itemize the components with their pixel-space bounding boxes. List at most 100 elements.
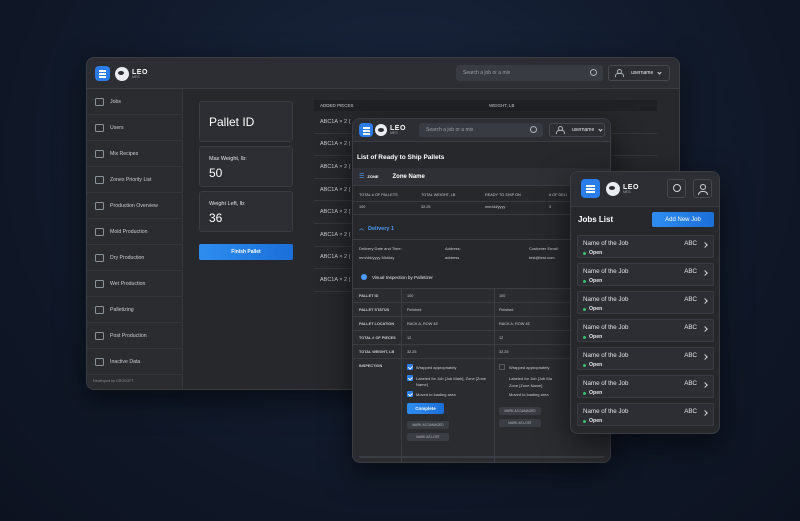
status-dot (583, 335, 586, 339)
chevron-right-icon (702, 326, 708, 332)
complete-button[interactable]: Complete (407, 403, 444, 414)
status-dot (583, 251, 586, 255)
sidebar-item-post-production[interactable]: Post Production (87, 323, 182, 349)
list-icon (95, 175, 104, 184)
finish-pallet-button[interactable]: Finish Pallet (199, 244, 293, 260)
pallet-id-card: Pallet ID (199, 101, 293, 142)
sidebar-item-mix-recipes[interactable]: Mix Recipes (87, 141, 182, 167)
chevron-down-icon (598, 126, 603, 132)
weight-left-value: 36 (209, 211, 223, 225)
search-input[interactable]: Search a job or a mix (456, 65, 603, 81)
mobile-window: LEO MES Jobs List Add New Job Name of the… (570, 171, 720, 434)
delivery-title: Delivery 1 (368, 226, 395, 232)
sidebar: Jobs Users Mix Recipes Zones Priority Li… (87, 89, 183, 389)
status-dot (583, 419, 586, 423)
checkbox-moved[interactable] (407, 391, 413, 397)
logo: LEO MES (606, 182, 639, 196)
droplet-icon (95, 279, 104, 288)
mold-icon (95, 227, 104, 236)
max-weight-card: Max Weight, lb: 50 (199, 146, 293, 187)
job-item[interactable]: Name of the Job ABC Open (577, 403, 714, 426)
summary-header: # OF DELI (549, 193, 567, 197)
email-label: Customer Email: (529, 246, 559, 251)
sidebar-item-users[interactable]: Users (87, 115, 182, 141)
address-label: Address: (445, 246, 461, 251)
play-icon (95, 357, 104, 366)
add-new-job-button[interactable]: Add New Job (652, 212, 714, 227)
menu-button[interactable] (581, 179, 600, 198)
user-icon (615, 69, 624, 77)
sidebar-item-mold-production[interactable]: Mold Production (87, 219, 182, 245)
logo: LEO MES (375, 124, 406, 136)
lion-logo-icon (375, 124, 387, 136)
menu-button[interactable] (359, 123, 373, 137)
chevron-down-icon (657, 69, 662, 75)
list-icon: ☰ (359, 174, 365, 180)
summary-header: TOTAL WEIGHT, LB (421, 193, 456, 197)
user-icon (700, 184, 706, 190)
users-icon (95, 123, 104, 132)
sidebar-item-inactive-data[interactable]: Inactive Data (87, 349, 182, 375)
address-value: address (445, 255, 460, 260)
pallet-id-label: Pallet ID (209, 115, 255, 129)
menu-button[interactable] (95, 66, 110, 81)
user-icon (556, 126, 565, 134)
mobile-header: LEO MES (571, 172, 719, 207)
job-item[interactable]: Name of the Job ABC Open (577, 263, 714, 286)
status-dot (583, 279, 586, 283)
mark-lost-button[interactable]: MARK AS LOST (407, 433, 449, 441)
logo-sub: MES (623, 189, 631, 194)
checkbox-labeled[interactable] (407, 375, 413, 381)
job-item[interactable]: Name of the Job ABC Open (577, 375, 714, 398)
table-header: ADDED PIECES WEIGHT, LB (314, 100, 657, 111)
weight-left-card: Weight Left, lb: 36 (199, 191, 293, 232)
status-dot (583, 391, 586, 395)
user-menu[interactable]: username (549, 123, 605, 137)
chevron-right-icon (702, 410, 708, 416)
sidebar-item-production-overview[interactable]: Production Overview (87, 193, 182, 219)
mark-damaged-button[interactable]: MARK AS DAMAGED (407, 421, 449, 429)
sidebar-item-wet-production[interactable]: Wet Production (87, 271, 182, 297)
email-value: test@test.com (529, 255, 555, 260)
user-button[interactable] (693, 179, 712, 198)
checkbox-wrapped-2[interactable] (499, 364, 505, 370)
sidebar-item-dry-production[interactable]: Dry Production (87, 245, 182, 271)
lion-logo-icon (606, 182, 620, 196)
horizontal-scrollbar[interactable] (359, 456, 604, 458)
job-item[interactable]: Name of the Job ABC Open (577, 235, 714, 258)
mark-lost-button-2[interactable]: MARK AS LOST (499, 419, 541, 427)
search-button[interactable] (667, 179, 686, 198)
job-item[interactable]: Name of the Job ABC Open (577, 291, 714, 314)
summary-value: mm/dd/yyyy (485, 205, 506, 209)
mark-damaged-button-2[interactable]: MARK AS DAMAGED (499, 407, 541, 415)
header-added-pieces: ADDED PIECES (320, 103, 354, 108)
header-weight: WEIGHT, LB (489, 103, 515, 108)
user-menu[interactable]: username (608, 65, 670, 81)
info-icon (361, 274, 367, 280)
job-item[interactable]: Name of the Job ABC Open (577, 347, 714, 370)
chevron-right-icon (702, 270, 708, 276)
checkbox-wrapped[interactable] (407, 364, 413, 370)
tablet-header: LEO MES Search a job or a mix username (353, 119, 610, 142)
chevron-right-icon (702, 298, 708, 304)
summary-header: READY TO SHIP ON (485, 193, 521, 197)
sidebar-item-palletizing[interactable]: Palletizing (87, 297, 182, 323)
lion-logo-icon (115, 67, 129, 81)
search-input[interactable]: Search a job or a mix (419, 123, 543, 137)
status-dot (583, 363, 586, 367)
delivery-toggle[interactable]: ︿ Delivery 1 (359, 225, 394, 232)
weight-left-label: Weight Left, lb: (209, 201, 246, 207)
job-item[interactable]: Name of the Job ABC Open (577, 319, 714, 342)
flask-icon (95, 149, 104, 158)
max-weight-label: Max Weight, lb: (209, 156, 247, 162)
chevron-up-icon: ︿ (359, 226, 365, 232)
max-weight-value: 50 (209, 166, 223, 180)
pallet-icon (95, 305, 104, 314)
factory-icon (95, 201, 104, 210)
sidebar-item-zones[interactable]: Zones Priority List (87, 167, 182, 193)
zone-label: ZONE (367, 174, 379, 179)
chevron-right-icon (702, 382, 708, 388)
sidebar-item-jobs[interactable]: Jobs (87, 89, 182, 115)
zone-name: Zone Name (392, 173, 425, 180)
logo-sub: MES (132, 74, 140, 79)
